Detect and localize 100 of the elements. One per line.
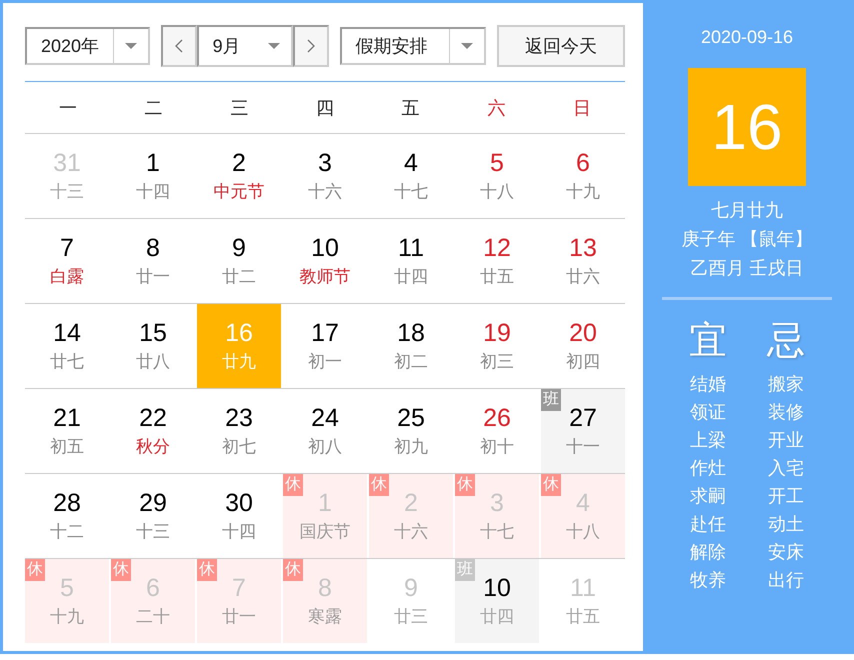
day-cell[interactable]: 14 廿七	[25, 304, 109, 388]
day-number: 1	[146, 149, 160, 178]
caret-icon	[461, 43, 474, 49]
day-cell[interactable]: 17 初一	[283, 304, 367, 388]
day-cell[interactable]: 30 十四	[197, 474, 281, 558]
day-number: 29	[139, 489, 167, 518]
bad-activity: 入宅	[768, 457, 804, 480]
lunar-date: 廿一	[222, 606, 256, 628]
day-number: 14	[53, 319, 81, 348]
lunar-date: 十九	[566, 181, 600, 203]
bad-activity: 动土	[768, 513, 804, 536]
day-badge: 休	[111, 559, 131, 581]
day-number: 10	[311, 234, 339, 263]
day-cell[interactable]: 3 十六	[283, 134, 367, 218]
day-number: 20	[569, 319, 597, 348]
day-number: 7	[60, 234, 74, 263]
previous-month-button[interactable]	[160, 25, 197, 67]
day-number: 31	[53, 149, 81, 178]
day-number: 16	[225, 319, 253, 348]
lunar-date: 廿五	[480, 266, 514, 288]
bad-activity: 出行	[768, 569, 804, 592]
day-number: 19	[483, 319, 511, 348]
day-number: 8	[146, 234, 160, 263]
weekday-label: 四	[314, 96, 335, 120]
day-number: 26	[483, 404, 511, 433]
day-number: 10	[483, 574, 511, 603]
day-cell[interactable]: 班 27 十一	[541, 389, 625, 473]
bad-activity: 开工	[768, 485, 804, 508]
caret-icon	[268, 43, 280, 49]
day-cell[interactable]: 5 十八	[455, 134, 539, 218]
lunar-date: 十四	[222, 521, 256, 543]
day-cell[interactable]: 28 十二	[25, 474, 109, 558]
day-cell[interactable]: 13 廿六	[541, 219, 625, 303]
weekday-label: 日	[572, 96, 592, 120]
weekday-label: 三	[229, 96, 250, 120]
day-number: 17	[311, 319, 339, 348]
day-number: 4	[404, 149, 418, 178]
today-button[interactable]: 返回今天	[497, 25, 625, 67]
day-badge: 休	[25, 559, 45, 581]
day-badge: 休	[369, 474, 389, 496]
lunar-date: 十三	[50, 181, 84, 203]
day-badge: 休	[455, 474, 475, 496]
day-cell[interactable]: 11 廿四	[369, 219, 453, 303]
day-cell[interactable]: 1 十四	[111, 134, 195, 218]
day-cell[interactable]: 21 初五	[25, 389, 109, 473]
lunar-date: 廿三	[394, 606, 428, 628]
day-cell[interactable]: 12 廿五	[455, 219, 539, 303]
weekday-label: 一	[58, 96, 78, 120]
day-cell[interactable]: 23 初七	[197, 389, 281, 473]
day-cell[interactable]: 20 初四	[541, 304, 625, 388]
big-day-number: 16	[688, 68, 806, 186]
chevron-right-icon	[306, 39, 315, 53]
day-number: 12	[483, 234, 511, 263]
lunar-date: 初一	[308, 351, 342, 373]
lunar-date: 十三	[136, 521, 170, 543]
day-cell[interactable]: 7 白露	[25, 219, 109, 303]
day-number: 7	[232, 574, 246, 603]
day-cell[interactable]: 29 十三	[111, 474, 195, 558]
day-cell[interactable]: 8 廿一	[111, 219, 195, 303]
day-number: 6	[146, 574, 160, 603]
day-cell[interactable]: 25 初九	[369, 389, 453, 473]
day-cell[interactable]: 2 中元节	[197, 134, 281, 218]
next-month-button[interactable]	[292, 25, 329, 67]
day-cell[interactable]: 22 秋分	[111, 389, 195, 473]
day-cell[interactable]: 班 10 廿四	[455, 559, 539, 643]
year-select[interactable]: 2020年	[25, 27, 150, 65]
day-cell[interactable]: 19 初三	[455, 304, 539, 388]
day-number: 27	[569, 404, 597, 433]
year-name: 庚子年 【鼠年】	[681, 228, 812, 251]
day-cell[interactable]: 26 初十	[455, 389, 539, 473]
lunar-date: 廿四	[480, 606, 514, 628]
lunar-date: 十九	[50, 606, 84, 628]
lunar-date: 十八	[566, 521, 600, 543]
lunar-date: 十四	[136, 181, 170, 203]
lunar-date: 初二	[394, 351, 428, 373]
ganzhi-text: 乙酉月 壬戌日	[690, 257, 804, 280]
day-cell[interactable]: 9 廿二	[197, 219, 281, 303]
day-number: 18	[397, 319, 425, 348]
day-cell[interactable]: 18 初二	[369, 304, 453, 388]
day-badge: 休	[541, 474, 561, 496]
lunar-date: 中元节	[214, 181, 264, 203]
good-activity: 解除	[690, 541, 726, 564]
lunar-date: 国庆节	[300, 521, 350, 543]
day-badge: 休	[197, 559, 217, 581]
holiday-select[interactable]: 假期安排	[340, 27, 486, 65]
day-cell[interactable]: 6 十九	[541, 134, 625, 218]
day-badge: 休	[283, 559, 303, 581]
lunar-date: 初四	[566, 351, 600, 373]
good-activity: 赴任	[690, 513, 726, 536]
day-number: 9	[404, 574, 418, 603]
day-number: 1	[318, 489, 332, 518]
day-cell[interactable]: 4 十七	[369, 134, 453, 218]
month-select[interactable]: 9月	[196, 25, 293, 67]
day-cell[interactable]: 10 教师节	[283, 219, 367, 303]
day-number: 2	[232, 149, 246, 178]
lunar-date: 初十	[480, 436, 514, 458]
day-cell[interactable]: 15 廿八	[111, 304, 195, 388]
day-number: 4	[576, 489, 590, 518]
day-cell[interactable]: 24 初八	[283, 389, 367, 473]
day-badge: 休	[283, 474, 303, 496]
